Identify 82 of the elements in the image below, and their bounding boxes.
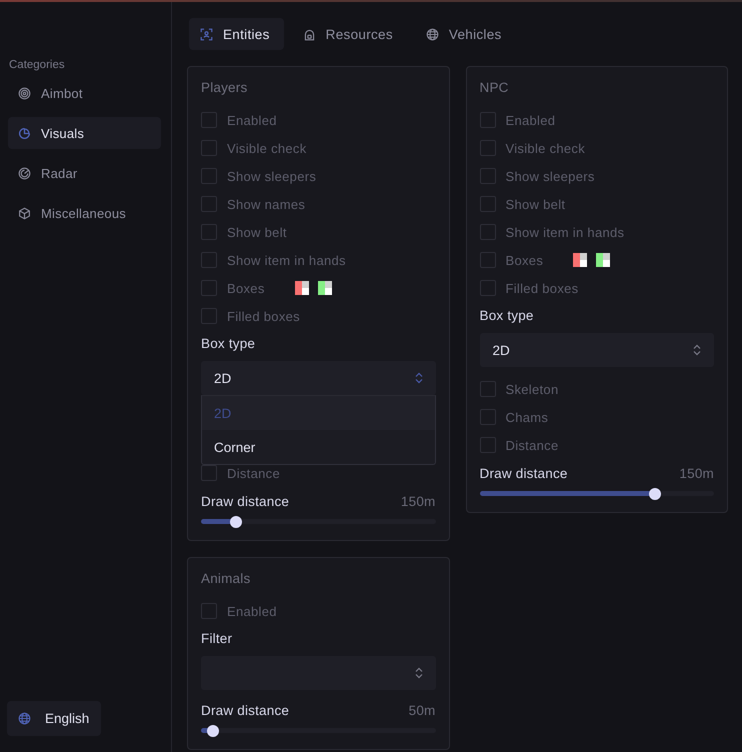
slider-label: Draw distance: [201, 702, 290, 718]
sidebar-item[interactable]: Aimbot: [8, 77, 161, 109]
radar-icon: [18, 166, 31, 180]
checkbox-label: Distance: [227, 466, 280, 480]
checkbox-label: Visible check: [506, 140, 586, 156]
checkbox[interactable]: [480, 168, 496, 184]
scan-face-icon: [200, 28, 213, 40]
checkbox[interactable]: [480, 381, 496, 397]
target-icon: [18, 86, 31, 100]
checkbox-label: Enabled: [227, 604, 277, 618]
chevron-icon: [693, 344, 701, 356]
checkbox-label: Skeleton: [506, 382, 558, 396]
chevron-icon: [414, 372, 422, 384]
checkbox[interactable]: [480, 140, 496, 156]
checkbox-label: Show item in hands: [506, 224, 624, 240]
checkbox-label: Enabled: [506, 112, 556, 128]
checkbox-label: Filled boxes: [227, 308, 300, 324]
checkbox-label: Show belt: [227, 224, 287, 240]
chevron-icon: [414, 667, 422, 679]
checkbox-label: Chams: [506, 410, 548, 424]
slider-thumb[interactable]: [206, 724, 219, 736]
field-label: Box type: [480, 308, 535, 323]
checkbox-label: Distance: [506, 438, 558, 452]
checkbox-label: Boxes: [506, 252, 544, 268]
sidebar-item[interactable]: Visuals: [8, 117, 161, 149]
checkbox[interactable]: [201, 224, 217, 240]
panel-title: Animals: [201, 571, 252, 586]
dropdown-option[interactable]: Corner: [202, 430, 434, 464]
checkbox-label: Show belt: [506, 196, 566, 212]
slider-thumb[interactable]: [649, 488, 662, 500]
globe-icon: [426, 28, 439, 40]
lock-icon: [302, 28, 316, 40]
select-field[interactable]: 2D: [201, 361, 436, 395]
slider-thumb[interactable]: [230, 516, 242, 528]
checkbox-label: Show sleepers: [506, 168, 595, 184]
sidebar-item[interactable]: Miscellaneous: [8, 197, 161, 229]
field-label: Filter: [201, 631, 234, 646]
checkbox-label: Visible check: [227, 140, 307, 156]
checkbox-label: Filled boxes: [506, 280, 578, 296]
color-swatch[interactable]: [573, 253, 588, 267]
color-swatch[interactable]: [318, 281, 332, 295]
sidebar-item[interactable]: Radar: [8, 157, 161, 189]
checkbox-label: Show item in hands: [227, 252, 346, 268]
tab[interactable]: Resources: [292, 18, 407, 50]
globe-icon: [18, 712, 31, 725]
select-field[interactable]: [201, 656, 436, 690]
slider-label: Draw distance: [201, 494, 290, 508]
checkbox-label: Show names: [227, 196, 306, 212]
tab[interactable]: Vehicles: [414, 18, 516, 50]
checkbox-label: Enabled: [227, 112, 277, 128]
slider-value: 50m: [408, 702, 436, 718]
checkbox[interactable]: [201, 603, 217, 619]
checkbox[interactable]: [201, 252, 217, 268]
checkbox[interactable]: [480, 224, 496, 240]
checkbox[interactable]: [480, 280, 496, 296]
checkbox[interactable]: [201, 465, 217, 481]
select-field[interactable]: 2D: [480, 333, 714, 367]
slider-value: 150m: [400, 494, 436, 508]
checkbox[interactable]: [480, 112, 496, 128]
checkbox[interactable]: [201, 112, 217, 128]
checkbox[interactable]: [480, 196, 496, 212]
slider-label: Draw distance: [480, 466, 568, 480]
checkbox[interactable]: [201, 196, 217, 212]
color-swatch[interactable]: [596, 253, 610, 267]
checkbox[interactable]: [201, 140, 217, 156]
checkbox[interactable]: [480, 437, 496, 453]
panel-title: NPC: [480, 80, 510, 95]
color-swatch[interactable]: [294, 281, 309, 295]
cube-icon: [18, 206, 31, 220]
checkbox[interactable]: [480, 409, 496, 425]
section-heading: Categories: [8, 59, 66, 73]
checkbox-label: Show sleepers: [227, 168, 316, 184]
checkbox-label: Boxes: [227, 280, 265, 296]
panel-title: Players: [201, 80, 248, 95]
checkbox[interactable]: [201, 308, 217, 324]
checkbox[interactable]: [480, 252, 496, 268]
checkbox[interactable]: [201, 168, 217, 184]
tab[interactable]: Entities: [189, 18, 284, 50]
field-label: Box type: [201, 336, 256, 351]
language-button[interactable]: English: [7, 701, 102, 736]
slider-value: 150m: [679, 466, 714, 480]
checkbox[interactable]: [201, 280, 217, 296]
